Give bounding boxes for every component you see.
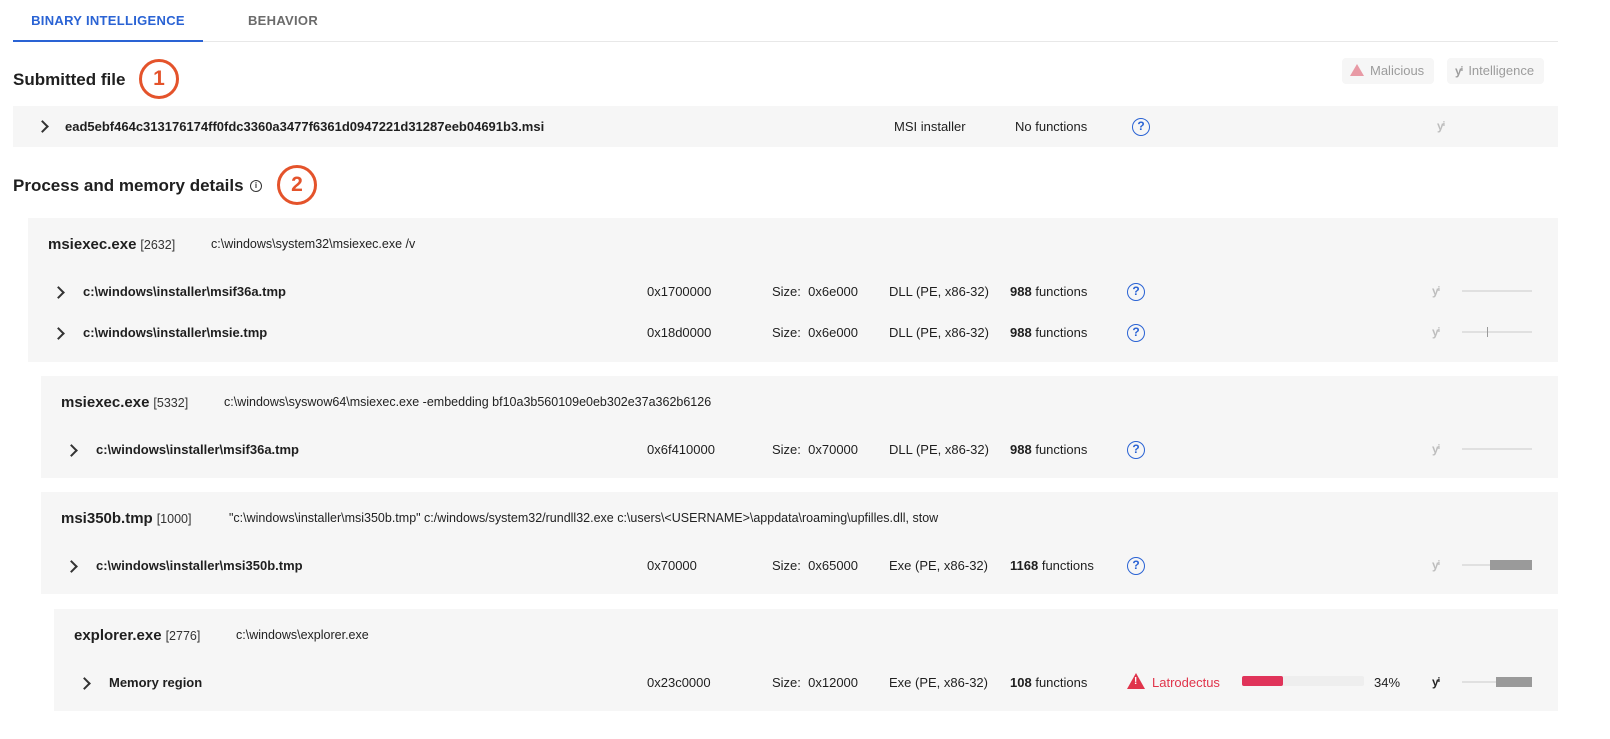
annotation-badge-2: 2 — [277, 165, 317, 205]
module-size: Size: 0x6e000 — [772, 284, 859, 299]
submitted-file-name: ead5ebf464c313176174ff0fdc3360a3477f6361… — [65, 119, 545, 134]
malicious-filter[interactable]: Malicious — [1342, 58, 1435, 84]
chevron-right-icon[interactable] — [36, 120, 49, 133]
slider-fill — [1490, 560, 1532, 570]
tab-bar: BINARY INTELLIGENCE BEHAVIOR — [13, 0, 1558, 42]
intelligence-slider — [1462, 448, 1532, 450]
module-type: Exe (PE, x86-32) — [889, 675, 988, 690]
module-functions: 988 functions — [1010, 325, 1088, 340]
module-type: DLL (PE, x86-32) — [889, 325, 989, 340]
process-command: c:\windows\system32\msiexec.exe /v — [211, 237, 416, 251]
chevron-right-icon[interactable] — [52, 286, 65, 299]
intelligence-slider — [1462, 327, 1532, 337]
tab-binary-intelligence[interactable]: BINARY INTELLIGENCE — [13, 0, 203, 42]
malicious-filter-label: Malicious — [1370, 63, 1425, 78]
chevron-right-icon[interactable] — [52, 327, 65, 340]
process-command: c:\windows\explorer.exe — [236, 628, 369, 642]
module-size: Size: 0x6e000 — [772, 325, 859, 340]
module-address: 0x6f410000 — [647, 442, 715, 457]
module-address: 0x23c0000 — [647, 675, 711, 690]
yi-icon: yⁱ — [1432, 284, 1440, 298]
yi-icon: yⁱ — [1437, 119, 1445, 133]
intelligence-slider — [1462, 560, 1532, 570]
help-icon[interactable]: ? — [1127, 324, 1145, 342]
process-card: msi350b.tmp [1000] "c:\windows\installer\… — [41, 492, 1558, 594]
module-path: Memory region — [109, 675, 203, 690]
process-command: "c:\windows\installer\msi350b.tmp" c:/wi… — [229, 511, 939, 525]
process-section-title: Process and memory details — [13, 176, 244, 195]
help-icon[interactable]: ? — [1127, 557, 1145, 575]
chevron-right-icon[interactable] — [65, 560, 78, 573]
module-type: DLL (PE, x86-32) — [889, 442, 989, 457]
process-name: msi350b.tmp [1000] — [61, 510, 192, 527]
process-name: msiexec.exe [2632] — [48, 236, 176, 253]
chevron-right-icon[interactable] — [78, 677, 91, 690]
slider-fill — [1496, 677, 1532, 687]
chevron-right-icon[interactable] — [65, 444, 78, 457]
module-size: Size: 0x65000 — [772, 558, 859, 573]
module-functions: 108 functions — [1010, 675, 1088, 690]
annotation-badge-1: 1 — [139, 59, 179, 99]
submitted-file-title: Submitted file — [13, 70, 126, 89]
help-icon[interactable]: ? — [1127, 441, 1145, 459]
help-icon[interactable]: ? — [1132, 118, 1150, 136]
module-path: c:\windows\installer\msif36a.tmp — [96, 442, 299, 457]
help-icon[interactable]: ? — [1127, 283, 1145, 301]
slider-tick — [1487, 327, 1488, 337]
confidence-fill — [1242, 676, 1284, 686]
yi-icon: yⁱ — [1432, 675, 1440, 689]
module-path: c:\windows\installer\msi350b.tmp — [96, 558, 303, 573]
yi-icon: yⁱ — [1455, 64, 1463, 78]
process-command: c:\windows\syswow64\msiexec.exe -embeddi… — [224, 395, 712, 409]
module-type: DLL (PE, x86-32) — [889, 284, 989, 299]
info-icon[interactable]: i — [250, 180, 262, 192]
process-pid: [1000] — [156, 512, 192, 526]
confidence-bar — [1242, 676, 1364, 686]
process-pid: [5332] — [153, 396, 189, 410]
process-card: msiexec.exe [2632] c:\windows\system32\ms… — [28, 218, 1558, 362]
process-pid: [2776] — [165, 629, 201, 643]
process-pid: [2632] — [140, 238, 176, 252]
module-address: 0x1700000 — [647, 284, 712, 299]
submitted-file-functions: No functions — [1015, 119, 1088, 134]
module-type: Exe (PE, x86-32) — [889, 558, 988, 573]
module-path: c:\windows\installer\msie.tmp — [83, 325, 268, 340]
warning-icon — [1350, 64, 1364, 76]
malware-family[interactable]: Latrodectus — [1152, 675, 1220, 691]
intelligence-filter[interactable]: yⁱ Intelligence — [1447, 58, 1545, 84]
yi-icon: yⁱ — [1432, 325, 1440, 339]
module-size: Size: 0x70000 — [772, 442, 859, 457]
yi-icon: yⁱ — [1432, 442, 1440, 456]
module-address: 0x70000 — [647, 558, 697, 573]
confidence-percent: 34% — [1374, 675, 1401, 690]
intelligence-slider — [1462, 677, 1532, 687]
module-address: 0x18d0000 — [647, 325, 712, 340]
intelligence-filter-label: Intelligence — [1468, 63, 1535, 78]
process-name: msiexec.exe [5332] — [61, 394, 189, 411]
module-functions: 988 functions — [1010, 284, 1088, 299]
process-card: msiexec.exe [5332] c:\windows\syswow64\ms… — [41, 376, 1558, 478]
intelligence-slider — [1462, 290, 1532, 292]
process-name: explorer.exe [2776] — [74, 627, 201, 644]
module-size: Size: 0x12000 — [772, 675, 859, 690]
submitted-file-row[interactable]: ead5ebf464c313176174ff0fdc3360a3477f6361… — [13, 106, 1558, 147]
module-functions: 988 functions — [1010, 442, 1088, 457]
module-path: c:\windows\installer\msif36a.tmp — [83, 284, 286, 299]
warning-icon — [1127, 673, 1145, 689]
process-card: explorer.exe [2776] c:\windows\explorer.e… — [54, 609, 1558, 711]
yi-icon: yⁱ — [1432, 558, 1440, 572]
submitted-file-type: MSI installer — [894, 119, 966, 134]
tab-behavior[interactable]: BEHAVIOR — [223, 0, 343, 42]
module-functions: 1168 functions — [1010, 558, 1094, 573]
